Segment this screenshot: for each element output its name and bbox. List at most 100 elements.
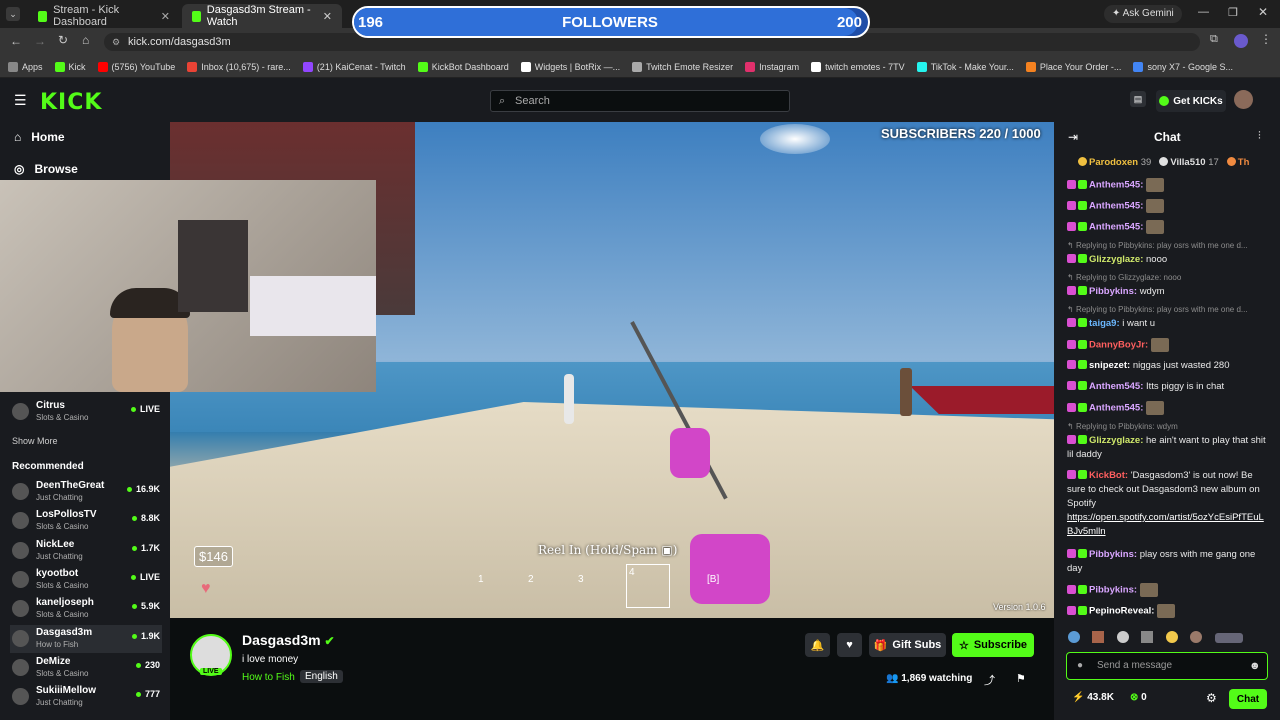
- bed: [250, 276, 376, 336]
- report-icon[interactable]: ⚑: [1016, 672, 1026, 685]
- site-info-icon[interactable]: ⚙: [112, 33, 120, 51]
- bookmark-item[interactable]: Inbox (10,675) - rare...: [187, 61, 291, 72]
- hotbar-slot-b: [B]: [707, 574, 720, 585]
- emote-icon[interactable]: [1116, 631, 1129, 643]
- kick-logo[interactable]: KICK: [40, 90, 102, 115]
- home-icon[interactable]: ⌂: [82, 33, 89, 47]
- category-link[interactable]: How to Fish: [242, 672, 295, 683]
- emote-icon[interactable]: [1165, 631, 1178, 643]
- chat-link[interactable]: https://open.spotify.com/artist/5ozYcEsi…: [1067, 512, 1264, 537]
- notification-bell-button[interactable]: 🔔: [805, 633, 830, 657]
- sidebar-channel[interactable]: LosPollosTV Slots & Casino 8.8K: [10, 507, 162, 535]
- chat-reply-context[interactable]: ↰ Replying to Pibbykins: play osrs with …: [1067, 241, 1267, 250]
- profile-avatar[interactable]: [1234, 34, 1248, 48]
- back-icon[interactable]: ←: [10, 34, 22, 48]
- maximize-icon[interactable]: ❐: [1228, 6, 1238, 19]
- send-chat-button[interactable]: Chat: [1229, 689, 1267, 709]
- top-gifter[interactable]: Parodoxen 39: [1078, 157, 1151, 168]
- channel-avatar: [12, 403, 29, 420]
- chat-settings-icon[interactable]: ⫶: [1258, 130, 1261, 143]
- minimize-icon[interactable]: —: [1198, 6, 1209, 18]
- ask-gemini-button[interactable]: ✦ Ask Gemini: [1104, 5, 1182, 23]
- bookmark-item[interactable]: Apps: [8, 61, 43, 72]
- show-more-link[interactable]: Show More: [12, 436, 58, 446]
- bookmark-item[interactable]: twitch emotes - 7TV: [811, 61, 905, 72]
- chat-message-input[interactable]: ● Send a message ☻: [1066, 652, 1268, 680]
- sidebar-channel[interactable]: kyootbot Slots & Casino LIVE: [10, 566, 162, 594]
- collapse-chat-icon[interactable]: ⇥: [1068, 130, 1078, 144]
- bookmark-item[interactable]: (21) KaiCenat - Twitch: [302, 61, 406, 72]
- tab-menu-button[interactable]: ⌄: [6, 7, 20, 21]
- chat-username[interactable]: Pibbykins:: [1089, 549, 1137, 560]
- bookmark-item[interactable]: (5756) YouTube: [97, 61, 175, 72]
- chat-username[interactable]: Anthem545:: [1089, 381, 1143, 392]
- bookmark-item[interactable]: TikTok - Make Your...: [916, 61, 1014, 72]
- bookmark-item[interactable]: Twitch Emote Resizer: [632, 61, 733, 72]
- chat-badge-icon: [1067, 360, 1076, 369]
- bookmark-item[interactable]: sony X7 - Google S...: [1133, 61, 1233, 72]
- emoji-picker-icon[interactable]: ☻: [1249, 653, 1261, 679]
- channel-name[interactable]: Dasgasd3m ✔: [242, 632, 335, 648]
- search-input[interactable]: ⌕ Search: [490, 90, 790, 112]
- emote-icon[interactable]: [1141, 631, 1154, 643]
- chat-username[interactable]: DannyBoyJr:: [1089, 340, 1148, 351]
- chat-username[interactable]: taiga9:: [1089, 318, 1120, 329]
- stream-manager-icon[interactable]: ▤: [1130, 91, 1146, 107]
- chat-identity-icon[interactable]: ●: [1077, 653, 1083, 679]
- tab-dasgasd3m-stream[interactable]: Dasgasd3m Stream - Watch ✕: [182, 4, 342, 28]
- bookmark-item[interactable]: Place Your Order -...: [1025, 61, 1121, 72]
- emote-icon[interactable]: [1068, 631, 1080, 643]
- kicks-coin-icon: [1159, 96, 1170, 106]
- user-avatar[interactable]: [1234, 90, 1253, 109]
- tab-kick-dashboard[interactable]: Stream - Kick Dashboard ✕: [28, 4, 180, 28]
- chat-username[interactable]: Anthem545:: [1089, 180, 1143, 191]
- chat-reply-context[interactable]: ↰ Replying to Pibbykins: wdym: [1067, 422, 1267, 431]
- language-tag[interactable]: English: [300, 670, 343, 683]
- sidebar-item-home[interactable]: ⌂ Home: [14, 130, 65, 144]
- top-gifter[interactable]: Villa510 17: [1159, 157, 1219, 168]
- chat-username[interactable]: Pibbykins:: [1089, 286, 1137, 297]
- subscribe-button[interactable]: ☆ Subscribe: [952, 633, 1034, 657]
- chat-username[interactable]: Glizzyglaze:: [1089, 254, 1143, 265]
- chat-username[interactable]: PepinoReveal:: [1089, 606, 1154, 617]
- gift-subs-button[interactable]: 🎁 Gift Subs: [869, 633, 946, 657]
- forward-icon[interactable]: →: [34, 34, 46, 48]
- get-kicks-button[interactable]: Get KICKs: [1156, 90, 1226, 112]
- chat-username[interactable]: Anthem545:: [1089, 201, 1143, 212]
- chat-username[interactable]: snipezet:: [1089, 360, 1130, 371]
- top-gifter[interactable]: Th: [1226, 157, 1249, 168]
- reload-icon[interactable]: ↻: [58, 33, 68, 47]
- chat-reply-context[interactable]: ↰ Replying to Pibbykins: play osrs with …: [1067, 305, 1267, 314]
- share-icon[interactable]: ⤴: [984, 672, 995, 688]
- sidebar-item-browse[interactable]: ◎ Browse: [14, 162, 78, 176]
- chat-username[interactable]: Anthem545:: [1089, 403, 1143, 414]
- browser-menu-icon[interactable]: ⋮: [1260, 32, 1272, 46]
- chat-reply-context[interactable]: ↰ Replying to Glizzyglaze: nooo: [1067, 273, 1267, 282]
- chat-settings-gear-icon[interactable]: ⚙: [1206, 691, 1217, 705]
- sidebar-channel[interactable]: Citrus Slots & Casino LIVE: [10, 398, 162, 426]
- sidebar-channel[interactable]: SukiiiMellow Just Chatting 777: [10, 683, 162, 711]
- emote-icon[interactable]: [1214, 633, 1243, 643]
- bookmark-item[interactable]: Widgets | BotRix —...: [520, 61, 620, 72]
- sidebar-channel[interactable]: kaneljoseph Slots & Casino 5.9K: [10, 595, 162, 623]
- follow-heart-button[interactable]: ♥: [837, 633, 862, 657]
- close-window-icon[interactable]: ✕: [1258, 5, 1268, 19]
- close-tab-icon[interactable]: ✕: [161, 10, 170, 23]
- bookmark-item[interactable]: Kick: [54, 61, 86, 72]
- emote-icon[interactable]: [1190, 631, 1203, 643]
- extensions-icon[interactable]: ⧉: [1210, 33, 1218, 46]
- bookmark-item[interactable]: KickBot Dashboard: [417, 61, 509, 72]
- chat-username[interactable]: Glizzyglaze:: [1089, 435, 1143, 446]
- chat-username[interactable]: Pibbykins:: [1089, 585, 1137, 596]
- close-tab-icon[interactable]: ✕: [323, 10, 332, 23]
- emote-icon[interactable]: [1092, 631, 1105, 643]
- channel-points[interactable]: ⊗ 0: [1130, 692, 1147, 703]
- bookmark-item[interactable]: Instagram: [745, 61, 799, 72]
- sidebar-channel[interactable]: Dasgasd3m How to Fish 1.9K: [10, 624, 162, 653]
- sidebar-channel[interactable]: DeenTheGreat Just Chatting 16.9K: [10, 478, 162, 506]
- sidebar-channel[interactable]: NickLee Just Chatting 1.7K: [10, 537, 162, 565]
- hamburger-menu-icon[interactable]: ☰: [14, 92, 27, 109]
- sidebar-channel[interactable]: DeMize Slots & Casino 230: [10, 654, 162, 682]
- chat-username[interactable]: KickBot:: [1089, 470, 1128, 481]
- chat-username[interactable]: Anthem545:: [1089, 222, 1143, 233]
